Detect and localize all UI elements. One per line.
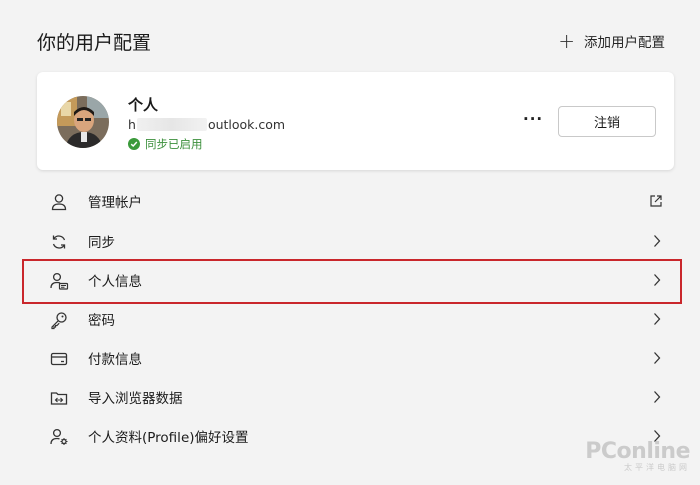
check-circle-icon [128, 138, 140, 150]
credit-card-icon [50, 352, 68, 366]
chevron-right-icon [654, 274, 661, 286]
menu-item-passwords[interactable]: 密码 [37, 301, 677, 337]
personal-info-icon [50, 272, 69, 290]
profile-card: 个人 h outlook.com 同步已启用 ··· 注销 [37, 72, 674, 170]
menu-item-profile-preferences[interactable]: 个人资料(Profile)偏好设置 [37, 418, 677, 454]
menu-item-label: 同步 [88, 235, 115, 251]
menu-item-label: 导入浏览器数据 [88, 391, 183, 407]
menu-item-payment-info[interactable]: 付款信息 [37, 340, 677, 376]
menu-item-manage-account[interactable]: 管理帐户 [37, 183, 677, 219]
import-folder-icon [50, 392, 68, 405]
key-icon [51, 312, 67, 330]
menu-item-label: 密码 [88, 313, 115, 329]
menu-item-import-data[interactable]: 导入浏览器数据 [37, 379, 677, 415]
avatar [57, 96, 109, 148]
sync-status-label: 同步已启用 [145, 137, 203, 151]
user-settings-icon [50, 428, 68, 445]
chevron-right-icon [654, 235, 661, 247]
add-profile-label: 添加用户配置 [584, 35, 665, 51]
external-link-icon [650, 195, 662, 207]
chevron-right-icon [654, 352, 661, 364]
add-profile-button[interactable]: + 添加用户配置 [558, 31, 665, 51]
email-redacted [136, 118, 207, 131]
profile-name: 个人 [128, 96, 159, 114]
plus-icon: + [558, 29, 575, 53]
chevron-right-icon [654, 391, 661, 403]
menu-item-sync[interactable]: 同步 [37, 223, 677, 259]
menu-item-label: 付款信息 [88, 352, 142, 368]
user-icon [51, 194, 67, 211]
chevron-right-icon [654, 313, 661, 325]
profile-email: h outlook.com [128, 117, 285, 132]
menu-item-label: 个人信息 [88, 274, 142, 290]
email-prefix: h [128, 117, 136, 132]
watermark: PConline 太平洋电脑网 [585, 439, 690, 473]
sync-status: 同步已启用 [128, 136, 203, 152]
menu-item-label: 管理帐户 [88, 195, 142, 211]
more-options-button[interactable]: ··· [523, 110, 543, 128]
page-title: 你的用户配置 [37, 32, 152, 54]
email-suffix: outlook.com [207, 117, 286, 132]
signout-button[interactable]: 注销 [558, 106, 656, 137]
watermark-logo: PConline [585, 439, 690, 464]
menu-item-personal-info[interactable]: 个人信息 [37, 262, 677, 298]
menu-item-label: 个人资料(Profile)偏好设置 [88, 430, 249, 446]
sync-icon [52, 235, 66, 249]
